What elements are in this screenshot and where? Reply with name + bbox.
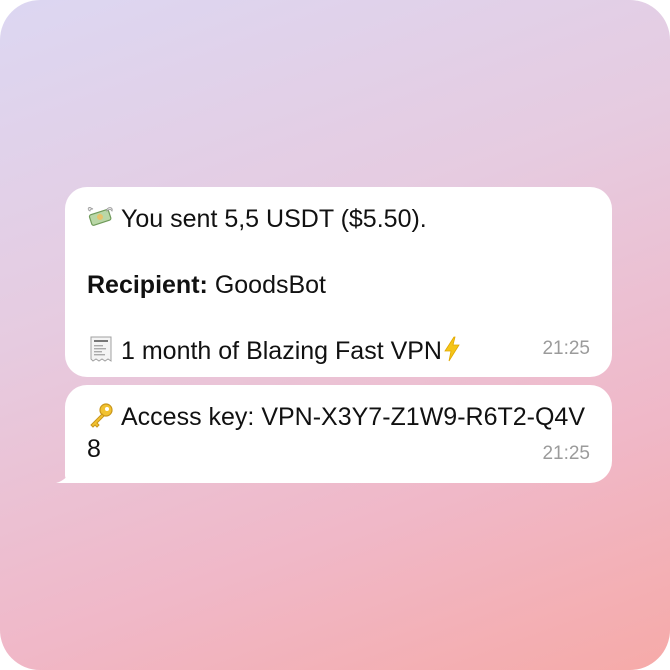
recipient-line: Recipient: GoodsBot [87,269,590,301]
payment-sent-text: You sent 5,5 USDT ($5.50). [121,205,427,233]
purchase-item-text: 1 month of Blazing Fast VPN [121,337,442,365]
bubble-tail [56,467,80,483]
payment-sent-line: You sent 5,5 USDT ($5.50). [87,203,590,235]
lightning-icon [444,336,460,362]
purchase-item-line: 1 month of Blazing Fast VPN [87,335,590,367]
message-timestamp: 21:25 [542,443,590,464]
money-with-wings-icon [87,207,113,226]
access-key-line[interactable]: Access key: VPN-X3Y7-Z1W9-R6T2-Q4V8 [87,401,587,465]
recipient-value[interactable]: GoodsBot [215,271,326,299]
key-icon [90,403,113,428]
message-bubble-access-key[interactable]: Access key: VPN-X3Y7-Z1W9-R6T2-Q4V8 21:2… [65,385,612,483]
message-bubble-payment[interactable]: You sent 5,5 USDT ($5.50). Recipient: Go… [65,187,612,377]
chat-background: You sent 5,5 USDT ($5.50). Recipient: Go… [0,0,670,670]
access-key-text: Access key: VPN-X3Y7-Z1W9-R6T2-Q4V8 [87,403,586,463]
recipient-label: Recipient: [87,271,208,299]
message-timestamp: 21:25 [542,338,590,359]
receipt-icon [90,336,112,362]
